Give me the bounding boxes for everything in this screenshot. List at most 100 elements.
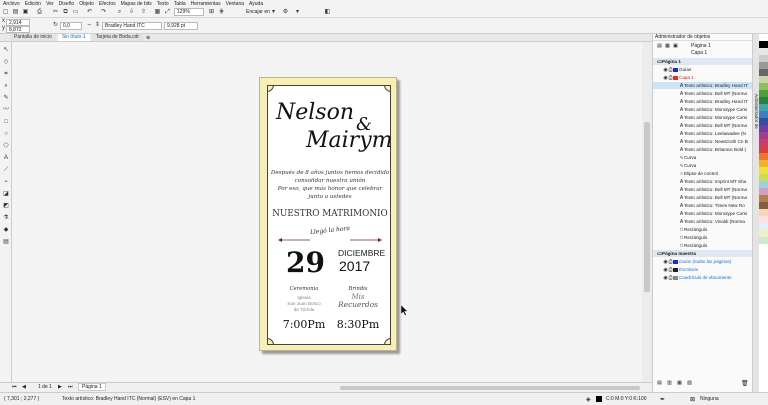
tree-object-node[interactable]: ATexto artístico: Britannic Bold (	[653, 146, 753, 153]
tree-object-node[interactable]: ATexto artístico: Leelawadee (N	[653, 130, 753, 137]
connector-tool-icon[interactable]: ⌁	[2, 178, 10, 186]
ceremony-place[interactable]: San Juan Bosco	[282, 301, 326, 306]
tree-object-node[interactable]: ATexto artístico: Bell MT (Norma	[653, 122, 753, 129]
artistic-media-tool-icon[interactable]: 〰	[2, 106, 10, 114]
palette-swatch[interactable]	[759, 237, 768, 244]
outline-pen-icon[interactable]: ✒	[660, 396, 665, 403]
invitation-line[interactable]: Por eso, que más honor que celebrar	[268, 186, 392, 192]
menu-item[interactable]: Herramientas	[191, 1, 221, 7]
tree-layer-node[interactable]: ◉⎙ Guías	[653, 66, 753, 73]
palette-swatch[interactable]	[759, 139, 768, 146]
ellipse-tool-icon[interactable]: ○	[2, 130, 10, 138]
palette-swatch[interactable]	[759, 153, 768, 160]
page-tab[interactable]: Página 1	[78, 383, 106, 391]
y-position-field[interactable]: 8,872 cm	[6, 26, 30, 39]
palette-swatch[interactable]	[759, 195, 768, 202]
menu-item[interactable]: Diseño	[59, 1, 75, 7]
palette-swatch[interactable]	[759, 125, 768, 132]
add-tab-icon[interactable]: ⊕	[146, 35, 150, 41]
cut-icon[interactable]: ✂	[52, 9, 59, 16]
layer-move-icon[interactable]: ▧	[687, 380, 692, 386]
tree-object-node[interactable]: ATexto artístico: Bell MT (Norma	[653, 194, 753, 201]
eyedropper-tool-icon[interactable]: ⚗	[2, 214, 10, 222]
rotation-angle-field[interactable]: 0,0	[60, 22, 82, 30]
tree-object-node[interactable]: ○Elipse de control	[653, 170, 753, 177]
reception-label[interactable]: Brindis	[336, 286, 380, 292]
save-icon[interactable]: ▣	[22, 9, 29, 16]
tree-layer-node[interactable]: ◉⎙ Guías (todas las páginas)	[653, 258, 753, 265]
tree-object-node[interactable]: □Rectángulo	[653, 226, 753, 233]
palette-swatch[interactable]	[759, 230, 768, 237]
invitation-line[interactable]: Después de 8 años juntos hemos decidido	[268, 170, 392, 176]
palette-swatch[interactable]	[759, 76, 768, 83]
ceremony-label[interactable]: Ceremonia	[282, 286, 326, 292]
ceremony-place[interactable]: de Tórtola	[282, 307, 326, 312]
palette-swatch[interactable]	[759, 48, 768, 55]
full-screen-icon[interactable]: ⤢	[164, 9, 171, 16]
menu-item[interactable]: Objeto	[79, 1, 94, 7]
drop-shadow-tool-icon[interactable]: ◪	[2, 190, 10, 198]
palette-swatch[interactable]	[759, 111, 768, 118]
palette-swatch[interactable]	[759, 83, 768, 90]
tree-object-node[interactable]: ATexto artístico: Monotype Corsi	[653, 210, 753, 217]
palette-swatch[interactable]	[759, 104, 768, 111]
palette-swatch[interactable]	[759, 209, 768, 216]
palette-swatch[interactable]	[759, 69, 768, 76]
bride-name[interactable]: Mairym	[306, 128, 393, 153]
tree-object-node[interactable]: ∿Curva	[653, 162, 753, 169]
zoom-tool-icon[interactable]: ⌕	[2, 82, 10, 90]
invitation-line[interactable]: consolidar nuestra unión	[268, 178, 392, 184]
reception-place[interactable]: Recuerdos	[334, 300, 382, 309]
layer-color-swatch[interactable]	[673, 267, 678, 272]
rectangle-tool-icon[interactable]: □	[2, 118, 10, 126]
layer-color-swatch[interactable]	[673, 259, 678, 264]
palette-swatch[interactable]	[759, 181, 768, 188]
layer-color-swatch[interactable]	[673, 67, 678, 72]
layer-options-icon[interactable]: ▤	[657, 43, 662, 49]
freehand-tool-icon[interactable]: ✎	[2, 94, 10, 102]
snap-to-dropdown[interactable]: Encajar en	[246, 9, 270, 16]
mirror-vertical-icon[interactable]: ⇕	[94, 22, 101, 29]
layer-color-swatch[interactable]	[673, 75, 678, 80]
text-tool-icon[interactable]: A	[2, 154, 10, 162]
tree-object-node[interactable]: ∿Curva	[653, 154, 753, 161]
tree-object-node[interactable]: ATexto artístico: Vivaldi (Norma	[653, 218, 753, 225]
vertical-scrollbar[interactable]	[642, 42, 652, 382]
palette-swatch[interactable]	[759, 223, 768, 230]
import-icon[interactable]: ⇩	[128, 9, 135, 16]
fill-swatch[interactable]	[596, 396, 602, 402]
reception-time[interactable]: 8:30Pm	[334, 318, 382, 331]
tab-wedding-card[interactable]: Tarjeta de Boda.cdr	[91, 34, 144, 41]
palette-swatch[interactable]	[759, 132, 768, 139]
palette-swatch[interactable]	[759, 118, 768, 125]
ceremony-time[interactable]: 7:00Pm	[280, 318, 328, 331]
font-size-select[interactable]: 9,928 pt	[164, 22, 198, 30]
tree-object-node[interactable]: ATexto artístico: Bell MT (Norma	[653, 186, 753, 193]
menu-item[interactable]: Ayuda	[249, 1, 263, 7]
invitation-line[interactable]: junto a ustedes	[268, 194, 392, 200]
undo-icon[interactable]: ↶	[86, 9, 93, 16]
palette-swatch[interactable]	[759, 34, 768, 41]
zoom-level-select[interactable]: 129%	[174, 8, 204, 16]
event-day[interactable]: 29	[286, 246, 325, 279]
tree-layer-node[interactable]: ◉⎙ Capa 1	[653, 74, 753, 81]
palette-swatch[interactable]	[759, 62, 768, 69]
fill-icon[interactable]: ◈	[586, 396, 591, 403]
paste-icon[interactable]: ▭	[72, 9, 79, 16]
palette-swatch[interactable]	[759, 90, 768, 97]
palette-swatch[interactable]	[759, 97, 768, 104]
palette-swatch[interactable]	[759, 188, 768, 195]
tree-object-node[interactable]: ATexto artístico: Monotype Corsi	[653, 114, 753, 121]
tree-object-node[interactable]: ATexto artístico: Monotype Corsi	[653, 106, 753, 113]
delete-icon[interactable]: 🗑	[741, 380, 749, 387]
groom-name[interactable]: Nelson	[276, 100, 354, 125]
parallel-dimension-tool-icon[interactable]: ⟋	[2, 166, 10, 174]
tree-layer-node[interactable]: ◉⎙ Escritorio	[653, 266, 753, 273]
tree-object-node[interactable]: ATexto artístico: Imprint MT Sha	[653, 178, 753, 185]
redo-icon[interactable]: ↷	[100, 9, 107, 16]
open-icon[interactable]: ▤	[12, 9, 19, 16]
tree-object-node[interactable]: ATexto artístico: Times New Ro	[653, 202, 753, 209]
horizontal-scroll-thumb[interactable]	[340, 386, 640, 390]
palette-swatch[interactable]	[759, 202, 768, 209]
menu-item[interactable]: Edición	[25, 1, 41, 7]
